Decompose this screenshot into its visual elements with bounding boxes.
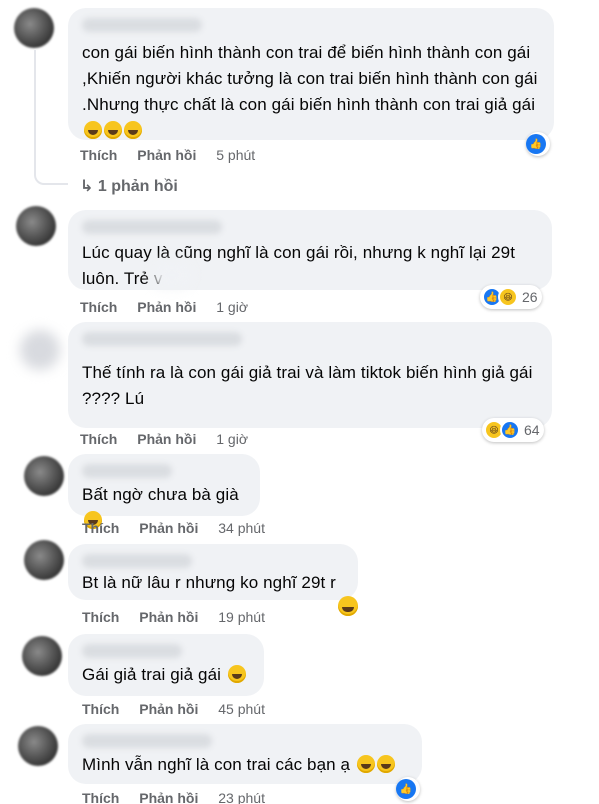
comment-bubble: Bất ngờ chưa bà già [68,454,260,529]
avatar[interactable] [20,330,60,370]
like-link[interactable]: Thích [82,790,119,804]
comment-actions: Thích Phản hồi 19 phút [82,609,281,625]
reply-link[interactable]: Phản hồi [137,299,196,315]
comment-actions: Thích Phản hồi 45 phút [82,701,281,717]
timestamp[interactable]: 1 giờ [216,299,248,315]
like-link[interactable]: Thích [80,147,117,163]
author-name-blurred[interactable] [82,644,182,658]
comment-actions: Thích Phản hồi 23 phút [82,790,281,804]
timestamp[interactable]: 45 phút [218,701,265,717]
author-name-blurred[interactable] [82,18,202,32]
author-name-blurred[interactable] [82,554,192,568]
comment-text: con gái biến hình thành con trai để biến… [82,40,540,144]
author-name-blurred[interactable] [82,464,172,478]
dizzy-face-emoji-icon [124,121,142,139]
avatar[interactable] [18,726,58,766]
avatar[interactable] [16,206,56,246]
like-link[interactable]: Thích [82,520,119,536]
reaction-summary[interactable]: 👍 [396,777,420,801]
like-icon: 👍 [500,420,520,440]
reply-link[interactable]: Phản hồi [139,701,198,717]
author-name-blurred[interactable] [82,734,212,748]
comment-text: Bt là nữ lâu r nhưng ko nghĩ 29t r [82,573,336,592]
timestamp[interactable]: 19 phút [218,609,265,625]
like-link[interactable]: Thích [82,701,119,717]
reaction-summary[interactable]: 😆 👍 64 [482,418,544,442]
reaction-count: 26 [522,289,538,305]
timestamp[interactable]: 34 phút [218,520,265,536]
author-name-blurred[interactable] [82,220,222,234]
comment-actions: Thích Phản hồi 1 giờ [80,431,264,447]
comment-bubble: con gái biến hình thành con trai để biến… [68,8,554,140]
reply-link[interactable]: Phản hồi [137,431,196,447]
like-link[interactable]: Thích [80,431,117,447]
reaction-count: 64 [524,422,540,438]
reply-link[interactable]: Phản hồi [139,520,198,536]
avatar[interactable] [22,636,62,676]
reaction-summary[interactable]: 👍 😆 26 [480,285,542,309]
rofl-emoji-icon [356,755,375,773]
comment-text: Lúc quay là cũng nghĩ là con gái rồi, nh… [82,243,516,288]
like-icon: 👍 [526,134,546,154]
comment-bubble: Thế tính ra là con gái giả trai và làm t… [68,322,552,428]
rofl-emoji-icon [227,665,246,683]
comment-bubble: Gái giả trai giả gái [68,634,264,696]
timestamp[interactable]: 1 giờ [216,431,248,447]
avatar[interactable] [14,8,54,48]
timestamp[interactable]: 23 phút [218,790,265,804]
reply-link[interactable]: Phản hồi [139,609,198,625]
reply-link[interactable]: Phản hồi [137,147,196,163]
comment-bubble: Lúc quay là cũng nghĩ là con gái rồi, nh… [68,210,552,290]
like-link[interactable]: Thích [80,299,117,315]
like-icon: 👍 [396,779,416,799]
comment-text: Thế tính ra là con gái giả trai và làm t… [82,363,533,408]
avatar[interactable] [24,540,64,580]
thread-line [34,50,68,185]
reply-link[interactable]: Phản hồi [139,790,198,804]
sweat-laugh-emoji-icon [104,121,122,139]
comment-bubble: Bt là nữ lâu r nhưng ko nghĩ 29t r [68,544,358,600]
reaction-summary[interactable]: 👍 [526,132,550,156]
comment-actions: Thích Phản hồi 1 giờ [80,299,264,315]
like-link[interactable]: Thích [82,609,119,625]
comment-actions: Thích Phản hồi 5 phút [80,147,271,163]
haha-icon: 😆 [498,287,518,307]
rofl-emoji-icon [376,755,395,773]
comment-text: Mình vẫn nghĩ là con trai các bạn ạ [82,752,408,778]
view-replies-link[interactable]: ↳ 1 phản hồi [80,176,178,196]
comment-actions: Thích Phản hồi 34 phút [82,520,281,536]
grin-emoji-icon [84,121,102,139]
avatar[interactable] [24,456,64,496]
timestamp[interactable]: 5 phút [216,147,255,163]
author-name-blurred[interactable] [82,332,242,346]
haha-emoji-icon [338,596,358,616]
comment-bubble: Mình vẫn nghĩ là con trai các bạn ạ [68,724,422,784]
comment-text: Gái giả trai giả gái [82,662,250,688]
blurred-region [152,262,192,288]
